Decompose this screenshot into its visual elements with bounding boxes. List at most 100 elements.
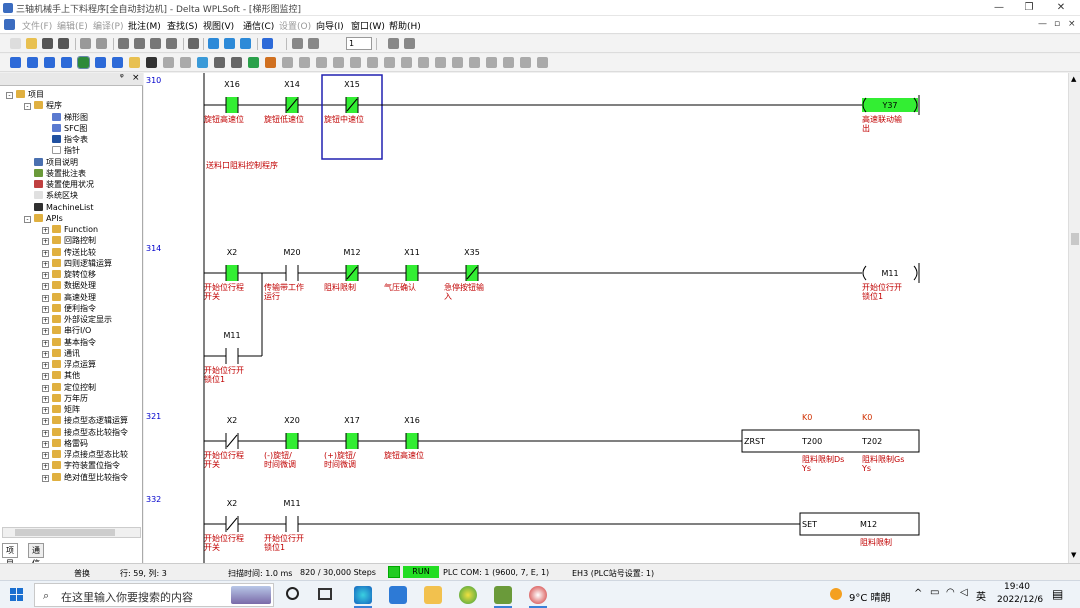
tree-item[interactable]: + Function [42, 224, 98, 235]
ladder-tool-icon[interactable] [77, 56, 90, 69]
expand-icon[interactable]: + [42, 260, 49, 268]
file-explorer-icon[interactable] [424, 586, 442, 604]
menu-item[interactable]: 通信(C) [243, 19, 274, 32]
collapse-icon[interactable]: - [6, 92, 13, 99]
ladder-tool-icon[interactable] [282, 57, 293, 68]
zoom-out-icon[interactable] [240, 38, 251, 49]
save-all-icon[interactable] [58, 38, 69, 49]
wifi-icon[interactable]: ◠ [946, 587, 955, 598]
tree-item[interactable]: - APIs [24, 213, 63, 224]
expand-icon[interactable]: + [42, 373, 49, 381]
expand-icon[interactable]: + [42, 350, 49, 358]
tray-expand-icon[interactable]: ^ [914, 588, 922, 599]
tree-item[interactable]: + 通讯 [42, 348, 80, 359]
menu-item[interactable]: 向导(I) [316, 19, 344, 32]
tree-item[interactable]: + 旋转位移 [42, 269, 96, 280]
tree-item[interactable]: + 接点型态逻辑运算 [42, 415, 128, 426]
tree-item[interactable]: SFC图 [42, 123, 87, 134]
print-icon[interactable] [80, 38, 91, 49]
tree-item[interactable]: + 传送比较 [42, 247, 96, 258]
print-preview-icon[interactable] [96, 38, 107, 49]
help-icon[interactable] [262, 38, 273, 49]
tab-communication[interactable]: 通信 [28, 543, 44, 568]
open-file-icon[interactable] [26, 38, 37, 49]
network-icon[interactable]: ▭ [930, 587, 939, 598]
ladder-tool-icon[interactable] [61, 57, 72, 68]
expand-icon[interactable]: + [42, 339, 49, 347]
ladder-tool-icon[interactable] [503, 57, 514, 68]
task-view-icon[interactable] [318, 588, 332, 600]
tree-item[interactable]: + 基本指令 [42, 337, 96, 348]
tree-item[interactable]: + 矩阵 [42, 404, 80, 415]
windows-start-icon[interactable] [10, 588, 23, 601]
menu-item[interactable]: 查找(S) [167, 19, 198, 32]
menu-item[interactable]: 文件(F) [22, 19, 52, 32]
ladder-tool-icon[interactable] [452, 57, 463, 68]
expand-icon[interactable]: + [42, 474, 49, 482]
ladder-tool-icon[interactable] [231, 57, 242, 68]
ladder-vertical-scrollbar[interactable]: ▲ ▼ [1068, 73, 1080, 563]
ladder-tool-icon[interactable] [520, 57, 531, 68]
clock-date[interactable]: 2022/12/6 [997, 595, 1043, 605]
mdi-close-button[interactable]: × [1068, 19, 1076, 29]
tree-item[interactable]: 装置使用状况 [24, 179, 94, 190]
minimize-button[interactable]: — [984, 1, 1014, 15]
ladder-editor[interactable]: 310 X16 旋钮高速位 X14 旋钮低速位 X15 旋钮中速位 Y37 高速联动输出送料口阻… [144, 73, 1068, 563]
new-file-icon[interactable] [10, 38, 21, 49]
expand-icon[interactable]: + [42, 440, 49, 448]
save-icon[interactable] [42, 38, 53, 49]
tree-item[interactable]: + 便利指令 [42, 303, 96, 314]
tree-horizontal-scrollbar[interactable] [2, 527, 141, 538]
ladder-tool-icon[interactable] [129, 57, 140, 68]
ladder-tool-icon[interactable] [10, 57, 21, 68]
collapse-icon[interactable]: - [24, 103, 31, 111]
edge-icon[interactable] [354, 586, 372, 604]
expand-icon[interactable]: + [42, 238, 49, 246]
tree-item[interactable]: + 高速处理 [42, 292, 96, 303]
refresh-icon[interactable] [404, 38, 415, 49]
app-icon-1[interactable] [459, 586, 477, 604]
ladder-tool-icon[interactable] [180, 57, 191, 68]
expand-icon[interactable]: + [42, 283, 49, 291]
ladder-tool-icon[interactable] [401, 57, 412, 68]
tree-item[interactable]: 指令表 [42, 134, 88, 145]
menu-item[interactable]: 窗口(W) [351, 19, 385, 32]
ladder-tool-icon[interactable] [418, 57, 429, 68]
tree-item[interactable]: - 项目 [6, 89, 44, 100]
ladder-tool-icon[interactable] [350, 57, 361, 68]
close-button[interactable]: ✕ [1046, 1, 1076, 15]
expand-icon[interactable]: + [42, 328, 49, 336]
expand-icon[interactable]: + [42, 305, 49, 313]
tree-item[interactable]: + 格雷码 [42, 438, 88, 449]
tree-item[interactable]: + 浮点运算 [42, 359, 96, 370]
ladder-tool-icon[interactable] [214, 57, 225, 68]
ladder-tool-icon[interactable] [163, 57, 174, 68]
ladder-tool-icon[interactable] [146, 57, 157, 68]
tree-item[interactable]: + 定位控制 [42, 382, 96, 393]
tree-item[interactable]: + 外部设定显示 [42, 314, 112, 325]
online-icon[interactable] [292, 38, 303, 49]
expand-icon[interactable]: + [42, 452, 49, 459]
menu-item[interactable]: 视图(V) [203, 19, 234, 32]
step-input[interactable]: 1 [346, 37, 372, 50]
tree-item[interactable]: + 四则逻辑运算 [42, 258, 112, 269]
app-icon-3[interactable] [529, 586, 547, 604]
tree-item[interactable]: + 接点型态比较指令 [42, 427, 128, 438]
stop-icon[interactable] [388, 38, 399, 49]
ladder-tool-icon[interactable] [112, 57, 123, 68]
ladder-tool-icon[interactable] [197, 57, 208, 68]
mail-icon[interactable] [389, 586, 407, 604]
tree-item[interactable]: 梯形图 [42, 112, 88, 123]
taskbar-search[interactable]: ⌕ 在这里输入你要搜索的内容 [34, 583, 274, 607]
mdi-restore-button[interactable]: ▫ [1054, 19, 1060, 29]
ime-indicator[interactable]: 英 [976, 588, 986, 603]
undo-icon[interactable] [188, 38, 199, 49]
copy-icon[interactable] [134, 38, 145, 49]
maximize-button[interactable]: ❐ [1014, 1, 1044, 15]
panel-close-icon[interactable]: × [132, 73, 140, 83]
expand-icon[interactable]: + [42, 272, 49, 279]
expand-icon[interactable]: + [42, 384, 49, 392]
menu-item[interactable]: 批注(M) [128, 19, 161, 32]
zoom-in-icon[interactable] [224, 38, 235, 49]
ladder-tool-icon[interactable] [95, 57, 106, 68]
